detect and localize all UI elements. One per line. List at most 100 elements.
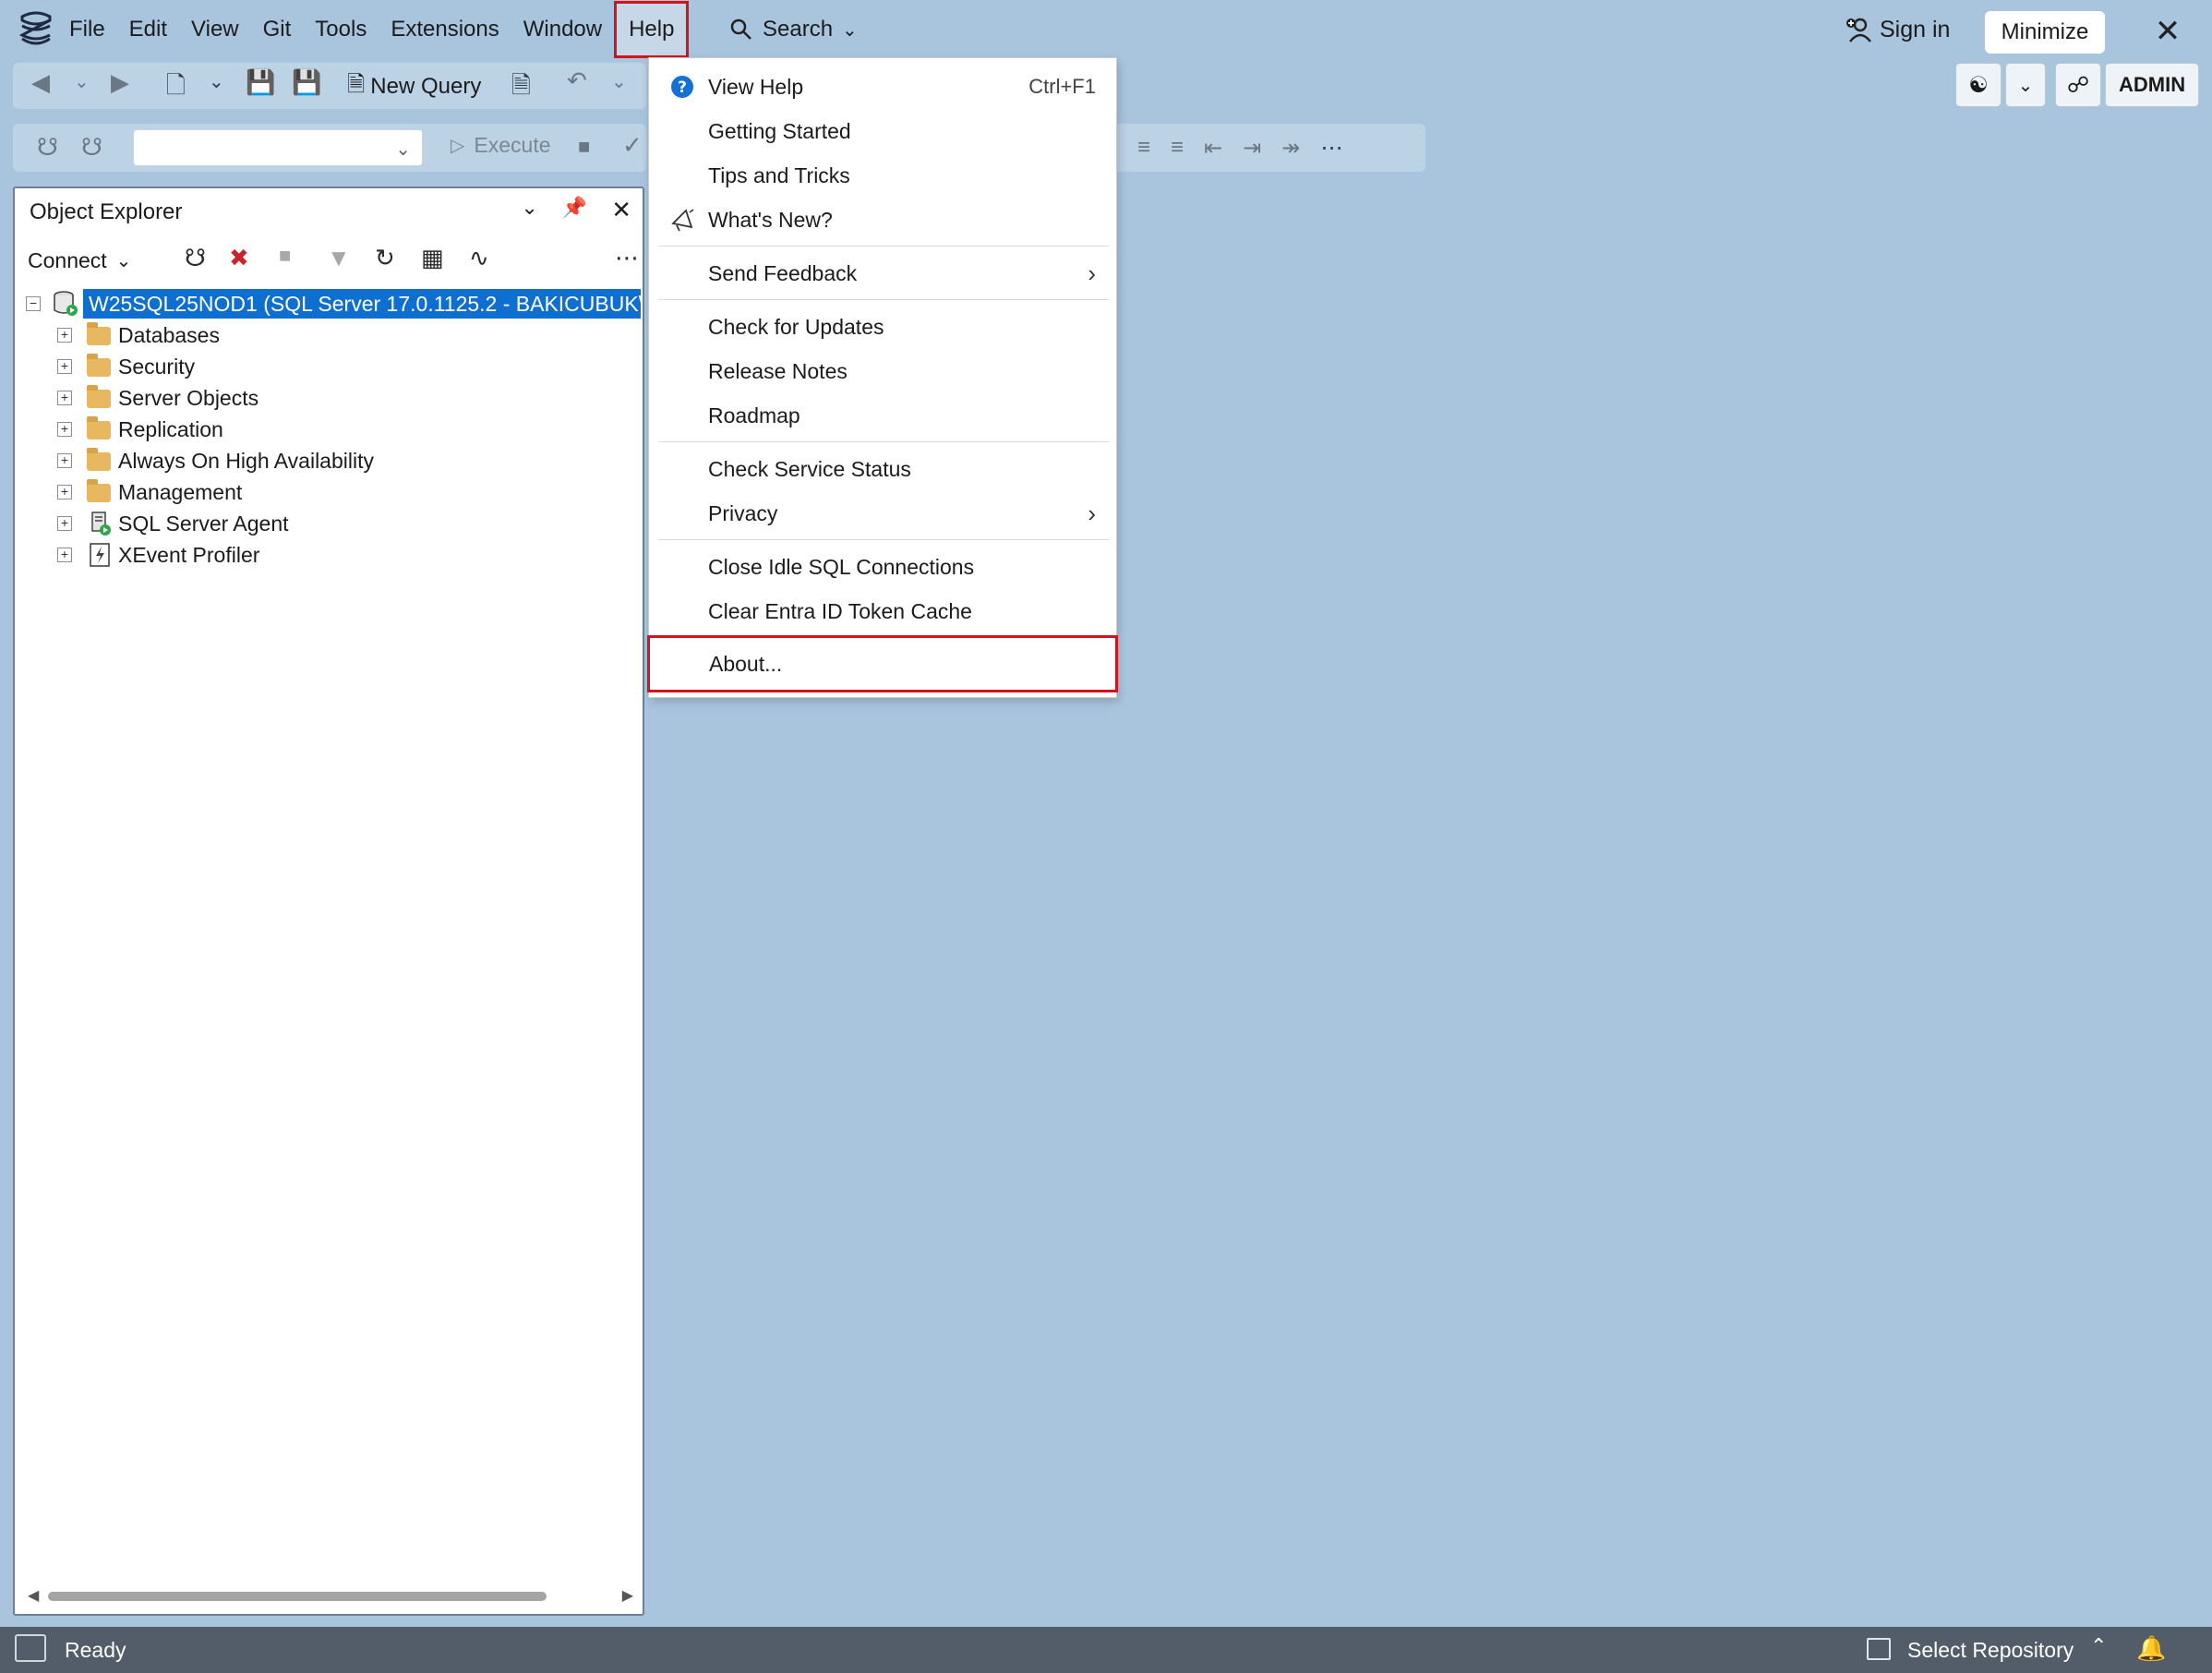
menu-edit[interactable]: Edit <box>117 6 179 54</box>
expand-icon[interactable]: + <box>57 422 72 437</box>
tree-node-xevent-profiler[interactable]: + XEvent Profiler <box>15 539 643 571</box>
play-icon: ▷ <box>451 136 465 156</box>
uncomment-icon[interactable]: ≡ <box>1171 135 1184 161</box>
menu-item-release-notes[interactable]: Release Notes <box>649 349 1116 393</box>
execute-button[interactable]: ▷ Execute <box>451 133 551 158</box>
tree-node-sql-server-agent[interactable]: + SQL Server Agent <box>15 508 643 539</box>
menu-item-close-idle-connections[interactable]: Close Idle SQL Connections <box>649 545 1116 589</box>
scroll-right-icon[interactable]: ▶ <box>622 1586 633 1605</box>
chevron-down-icon[interactable]: ⌄ <box>521 196 537 224</box>
menu-window[interactable]: Window <box>511 6 614 54</box>
menu-item-clear-token-cache[interactable]: Clear Entra ID Token Cache <box>649 589 1116 633</box>
select-repository-button[interactable]: Select Repository <box>1907 1638 2074 1663</box>
menu-file[interactable]: File <box>57 6 117 54</box>
parse-check-icon[interactable]: ✓ <box>622 131 643 160</box>
tree-node-always-on[interactable]: + Always On High Availability <box>15 445 643 476</box>
chevron-down-icon[interactable]: ⌄ <box>611 70 627 93</box>
copilot-button[interactable]: ☯ <box>1955 63 2002 107</box>
pin-icon[interactable]: 📌 <box>562 196 587 224</box>
expand-icon[interactable]: + <box>57 359 72 374</box>
live-share-button[interactable]: ☍ <box>2055 63 2101 107</box>
chevron-down-icon[interactable]: ⌄ <box>74 70 90 93</box>
specify-values-icon[interactable]: ↠ <box>1281 135 1300 162</box>
scroll-left-icon[interactable]: ◀ <box>28 1586 39 1605</box>
connect-label: Connect <box>28 247 107 272</box>
execute-label: Execute <box>474 133 551 157</box>
save-all-icon[interactable]: 💾 <box>292 68 321 97</box>
database-selector[interactable]: ⌄ <box>133 129 423 166</box>
search-label: Search <box>763 17 834 42</box>
more-options-icon[interactable]: ⋯ <box>1320 135 1342 162</box>
menu-item-send-feedback[interactable]: Send Feedback › <box>649 251 1116 295</box>
tree-node-server[interactable]: − W25SQL25NOD1 (SQL Server 17.0.1125.2 -… <box>15 288 643 319</box>
close-icon[interactable]: ✕ <box>611 196 631 224</box>
connect-plug-icon[interactable]: ☋ <box>185 244 206 272</box>
expand-icon[interactable]: + <box>57 453 72 468</box>
panel-header-icons: ⌄ 📌 ✕ <box>521 196 631 224</box>
change-connection-icon[interactable]: ☋ <box>81 133 102 162</box>
output-window-icon[interactable] <box>15 1634 46 1662</box>
menu-item-getting-started[interactable]: Getting Started <box>649 109 1116 153</box>
disconnect-icon[interactable]: ✖ <box>229 244 249 272</box>
menu-tools[interactable]: Tools <box>303 6 379 54</box>
menu-item-about[interactable]: About... <box>647 635 1118 692</box>
back-icon[interactable]: ◀ <box>31 68 50 97</box>
chevron-up-icon[interactable]: ⌃ <box>2090 1634 2107 1658</box>
save-icon[interactable]: 💾 <box>246 68 275 97</box>
agent-icon <box>91 512 111 536</box>
tree-node-management[interactable]: + Management <box>15 476 643 508</box>
undo-icon[interactable]: ↶ <box>567 66 587 95</box>
connect-plug-icon[interactable]: ☋ <box>37 133 58 162</box>
menu-view[interactable]: View <box>179 6 251 54</box>
indent-icon[interactable]: ⇥ <box>1243 135 1261 162</box>
menu-item-whats-new[interactable]: What's New? <box>649 198 1116 242</box>
chevron-down-icon[interactable]: ⌄ <box>209 70 224 93</box>
expand-icon[interactable]: + <box>57 391 72 405</box>
expand-icon[interactable]: + <box>57 485 72 499</box>
tree-node-security[interactable]: + Security <box>15 351 643 382</box>
new-file-icon[interactable]: 🗋 <box>166 68 186 109</box>
account-icon <box>1846 18 1871 42</box>
expand-icon[interactable]: + <box>57 548 72 562</box>
menu-item-roadmap[interactable]: Roadmap <box>649 393 1116 438</box>
server-label[interactable]: W25SQL25NOD1 (SQL Server 17.0.1125.2 - B… <box>83 289 641 319</box>
sign-in-button[interactable]: Sign in <box>1845 11 1950 48</box>
close-window-icon[interactable]: ✕ <box>2149 13 2186 50</box>
tree-node-databases[interactable]: + Databases <box>15 319 643 351</box>
menu-item-check-for-updates[interactable]: Check for Updates <box>649 305 1116 349</box>
stop-icon[interactable]: ■ <box>279 244 291 268</box>
comment-icon[interactable]: ≡ <box>1137 135 1150 161</box>
menu-git[interactable]: Git <box>251 6 304 54</box>
scrollbar-thumb[interactable] <box>48 1592 547 1601</box>
refresh-icon[interactable]: ↻ <box>375 244 395 272</box>
tree-node-server-objects[interactable]: + Server Objects <box>15 382 643 414</box>
collapse-icon[interactable]: − <box>26 296 41 311</box>
menu-item-view-help[interactable]: ? View Help Ctrl+F1 <box>649 65 1116 109</box>
minimize-button[interactable]: Minimize <box>1985 11 2105 54</box>
outdent-icon[interactable]: ⇤ <box>1204 135 1222 162</box>
sign-in-label: Sign in <box>1880 16 1951 42</box>
menu-help[interactable]: Help <box>614 1 690 58</box>
search-box[interactable]: Search ⌄ <box>729 9 858 50</box>
menu-item-tips-and-tricks[interactable]: Tips and Tricks <box>649 153 1116 198</box>
expand-icon[interactable]: + <box>57 328 72 343</box>
filter-icon[interactable]: ▼ <box>327 244 351 272</box>
forward-icon[interactable]: ▶ <box>111 68 129 97</box>
stop-icon[interactable]: ■ <box>578 135 590 159</box>
query-file-icon[interactable]: 🗎 <box>511 68 531 109</box>
more-options-icon[interactable]: ⋯ <box>615 244 639 272</box>
menu-item-privacy[interactable]: Privacy › <box>649 491 1116 536</box>
admin-badge[interactable]: ADMIN <box>2105 63 2200 107</box>
copilot-dropdown[interactable]: ⌄ <box>2005 63 2046 107</box>
notification-bell-icon[interactable]: 🔔 <box>2136 1634 2166 1663</box>
menu-extensions[interactable]: Extensions <box>379 6 511 54</box>
activity-monitor-icon[interactable]: ∿ <box>469 244 489 272</box>
expand-icon[interactable]: + <box>57 516 72 531</box>
menu-item-check-service-status[interactable]: Check Service Status <box>649 447 1116 491</box>
new-query-button[interactable]: 🗎 New Query <box>347 70 481 103</box>
tree-node-replication[interactable]: + Replication <box>15 414 643 445</box>
horizontal-scrollbar[interactable]: ◀ ▶ <box>28 1586 633 1605</box>
hierarchy-icon[interactable]: ▦ <box>421 244 444 272</box>
connect-button[interactable]: Connect ⌄ <box>28 248 131 273</box>
tree-label: Always On High Availability <box>118 448 374 473</box>
